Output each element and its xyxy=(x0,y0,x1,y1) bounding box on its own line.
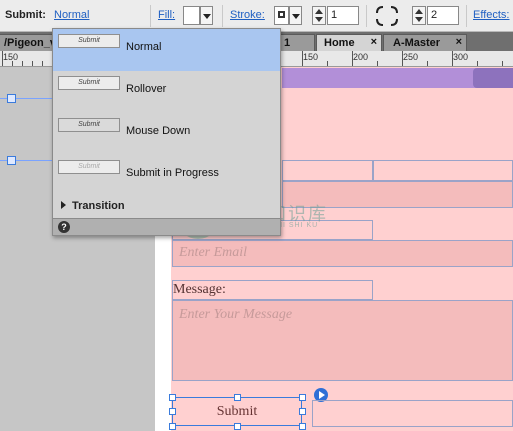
stroke-width-stepper[interactable] xyxy=(312,6,326,25)
ruler-tick xyxy=(502,61,503,66)
ruler-tick xyxy=(452,51,453,66)
selection-handle[interactable] xyxy=(169,408,176,415)
ruler-tick xyxy=(12,61,13,66)
ruler-tick xyxy=(327,61,328,66)
toolbar-divider xyxy=(366,5,367,27)
fill-link[interactable]: Fill: xyxy=(158,9,175,21)
menu-item-label: Normal xyxy=(126,41,162,53)
submit-button[interactable]: Submit xyxy=(172,397,302,426)
stepper-up-icon xyxy=(415,9,423,14)
corner-radius-stepper[interactable] xyxy=(412,6,426,25)
email-input[interactable]: Enter Email xyxy=(172,240,513,267)
stepper-down-icon xyxy=(415,17,423,22)
ruler-tick xyxy=(2,51,3,66)
submit-state-label: Submit: xyxy=(5,9,46,21)
transition-section[interactable]: Transition xyxy=(53,197,280,217)
state-thumbnail: Submit xyxy=(58,34,120,48)
stroke-link[interactable]: Stroke: xyxy=(230,9,265,21)
help-icon[interactable]: ? xyxy=(58,221,70,233)
ruler-tick xyxy=(377,61,378,66)
ruler-tick xyxy=(352,51,353,66)
selection-handle[interactable] xyxy=(234,394,241,401)
ruler-tick xyxy=(477,61,478,66)
state-thumbnail: Submit xyxy=(58,118,120,132)
ruler-tick xyxy=(402,51,403,66)
label-frame[interactable] xyxy=(282,160,373,181)
effects-link[interactable]: Effects: xyxy=(473,9,509,21)
ruler-label: 150 xyxy=(3,52,19,62)
message-placeholder: Enter Your Message xyxy=(179,307,293,322)
menu-item-normal[interactable]: Submit Normal xyxy=(53,29,280,71)
toolbar-divider xyxy=(150,5,151,27)
ruler-tick xyxy=(302,51,303,66)
stepper-up-icon xyxy=(315,9,323,14)
selection-handle[interactable] xyxy=(299,408,306,415)
state-dropdown-link[interactable]: Normal xyxy=(54,9,89,21)
tab-a-master[interactable]: A-Master × xyxy=(383,34,467,51)
state-thumbnail: Submit xyxy=(58,76,120,90)
stroke-width-input[interactable]: 1 xyxy=(327,6,359,25)
ruler-tick xyxy=(32,61,33,66)
selection-handle[interactable] xyxy=(169,394,176,401)
tab-label: /Pigeon_v. xyxy=(4,37,54,49)
ruler-label: 150 xyxy=(303,52,319,62)
menu-item-mouse-down[interactable]: Submit Mouse Down xyxy=(53,113,280,155)
menu-item-rollover[interactable]: Submit Rollover xyxy=(53,71,280,113)
stroke-style-icon xyxy=(278,11,285,18)
tab-label: 1 xyxy=(284,37,291,49)
status-frame[interactable] xyxy=(312,400,513,427)
close-icon[interactable]: × xyxy=(456,36,462,48)
label-frame[interactable] xyxy=(373,160,513,181)
message-label-frame[interactable]: Message: xyxy=(172,280,373,300)
menu-item-label: Mouse Down xyxy=(126,125,191,137)
guide-handle[interactable] xyxy=(7,94,16,103)
email-placeholder: Enter Email xyxy=(179,245,248,260)
tab-label: A-Master xyxy=(393,37,441,49)
menu-footer: ? xyxy=(53,218,280,235)
button-state-menu: Submit Normal Submit Rollover Submit Mou… xyxy=(52,28,281,236)
tab-home[interactable]: Home × xyxy=(316,34,382,51)
selection-handle[interactable] xyxy=(299,423,306,430)
message-textarea[interactable]: Enter Your Message xyxy=(172,300,513,381)
expand-triangle-icon xyxy=(61,201,66,209)
fill-dropdown-button[interactable] xyxy=(200,6,213,25)
tab-label: Home xyxy=(324,37,355,49)
state-thumbnail: Submit xyxy=(58,160,120,174)
toolbar-divider xyxy=(222,5,223,27)
corner-radius-icon xyxy=(376,6,398,26)
corner-radius-input[interactable]: 2 xyxy=(427,6,459,25)
transition-label: Transition xyxy=(72,200,125,212)
selection-handle[interactable] xyxy=(299,394,306,401)
guide-handle[interactable] xyxy=(7,156,16,165)
stepper-down-icon xyxy=(315,17,323,22)
message-label: Message: xyxy=(173,282,226,297)
nav-button[interactable] xyxy=(473,68,513,88)
ruler-tick xyxy=(42,61,43,66)
menu-item-submit-in-progress[interactable]: Submit Submit in Progress xyxy=(53,155,280,197)
tab-pigeon[interactable]: /Pigeon_v. xyxy=(0,34,54,51)
fill-color-swatch[interactable] xyxy=(183,6,200,25)
ruler-tick xyxy=(427,61,428,66)
stroke-dropdown-button[interactable] xyxy=(289,6,302,25)
toolbar-divider xyxy=(466,5,467,27)
selection-handle[interactable] xyxy=(169,423,176,430)
menu-item-label: Rollover xyxy=(126,83,167,95)
ruler-label: 250 xyxy=(403,52,419,62)
ruler-tick xyxy=(22,61,23,66)
ruler-label: 300 xyxy=(453,52,469,62)
selection-handle[interactable] xyxy=(234,423,241,430)
ruler-label: 200 xyxy=(353,52,369,62)
stroke-color-swatch[interactable] xyxy=(274,6,289,25)
menu-item-label: Submit in Progress xyxy=(126,167,219,179)
close-icon[interactable]: × xyxy=(371,36,377,48)
